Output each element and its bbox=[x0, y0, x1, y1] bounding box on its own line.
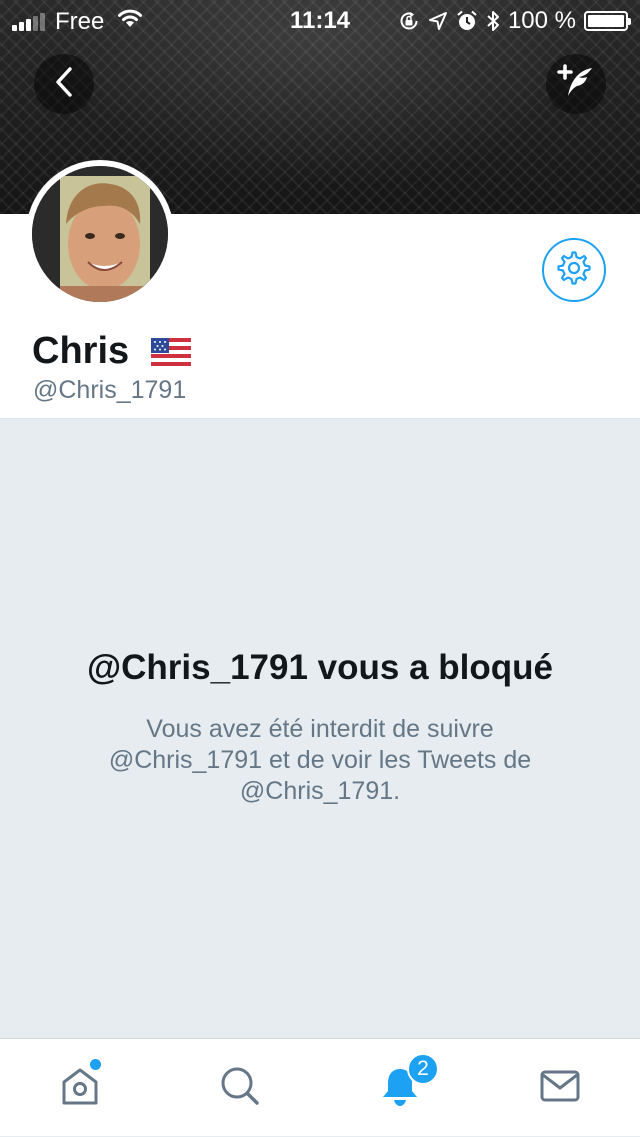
tab-notifications[interactable]: 2 bbox=[320, 1039, 480, 1137]
search-icon bbox=[218, 1064, 262, 1113]
status-bar: Free 11:14 100 % bbox=[0, 0, 640, 40]
blocked-description: Vous avez été interdit de suivre @Chris_… bbox=[108, 715, 532, 805]
tab-bar: 2 bbox=[0, 1038, 640, 1136]
us-flag-icon bbox=[151, 337, 192, 366]
avatar[interactable] bbox=[26, 160, 174, 308]
gear-icon bbox=[557, 250, 591, 290]
status-right: 100 % bbox=[390, 7, 631, 35]
compose-tweet-button[interactable] bbox=[546, 54, 606, 114]
profile-handle: @Chris_1791 bbox=[33, 376, 187, 404]
battery-fill bbox=[588, 15, 624, 27]
compose-tweet-icon bbox=[556, 62, 596, 107]
home-icon bbox=[58, 1064, 102, 1113]
chevron-left-icon bbox=[52, 66, 76, 103]
location-arrow-icon bbox=[428, 11, 448, 31]
blocked-title: @Chris_1791 vous a bloqué bbox=[87, 648, 553, 687]
back-button[interactable] bbox=[34, 54, 94, 114]
tab-home[interactable] bbox=[0, 1039, 160, 1137]
notification-count-badge: 2 bbox=[407, 1053, 439, 1085]
mail-icon bbox=[538, 1064, 582, 1113]
profile-settings-button[interactable] bbox=[542, 238, 606, 302]
orientation-lock-icon bbox=[398, 10, 420, 32]
battery-percent: 100 % bbox=[507, 7, 576, 34]
battery-icon bbox=[584, 11, 631, 31]
tab-search[interactable] bbox=[160, 1039, 320, 1137]
profile-name-row: Chris bbox=[32, 330, 192, 373]
display-name: Chris bbox=[32, 330, 130, 372]
bluetooth-icon bbox=[486, 10, 500, 32]
avatar-photo bbox=[32, 166, 168, 302]
alarm-icon bbox=[456, 10, 478, 32]
tab-messages[interactable] bbox=[480, 1039, 640, 1137]
home-new-content-dot bbox=[90, 1059, 101, 1070]
